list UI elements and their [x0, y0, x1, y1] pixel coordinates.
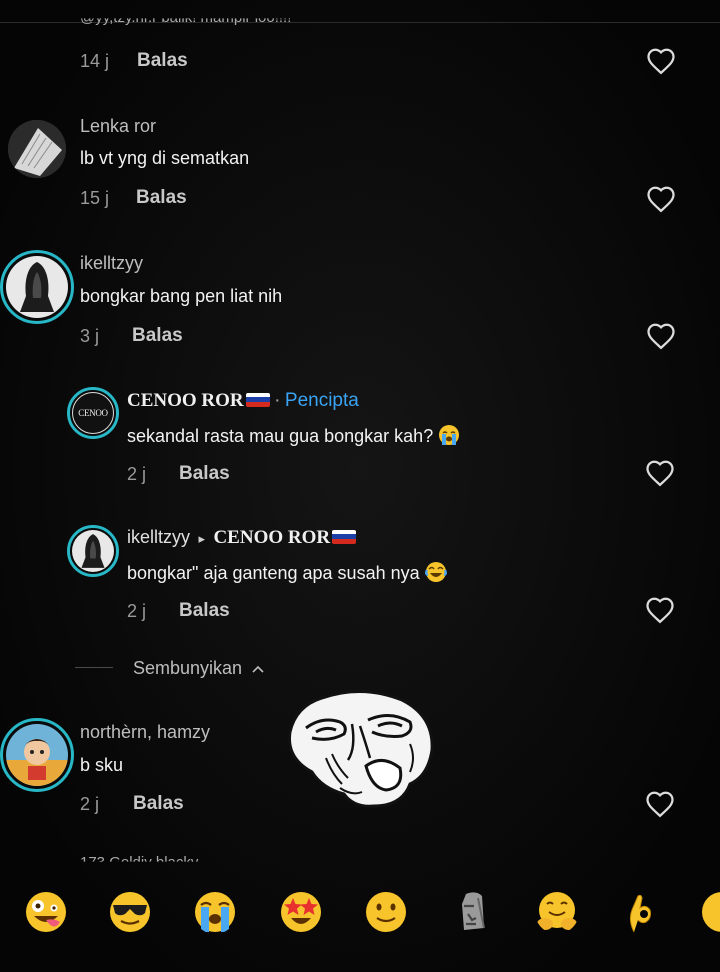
avatar-with-story-ring[interactable] — [0, 250, 74, 324]
like-heart-icon[interactable] — [646, 185, 676, 213]
troll-face-sticker — [287, 690, 434, 808]
comment-text-content: bongkar" aja ganteng apa susah nya — [127, 563, 420, 583]
star-struck-emoji-icon[interactable] — [279, 890, 323, 934]
comment-time: 14 j — [80, 51, 110, 71]
like-heart-icon[interactable] — [645, 459, 675, 487]
avatar-with-story-ring[interactable] — [67, 525, 119, 577]
loudly-crying-face-emoji-icon — [439, 425, 460, 445]
like-heart-icon[interactable] — [646, 47, 676, 75]
like-heart-icon[interactable] — [645, 790, 675, 818]
reply-button[interactable]: Balas — [136, 187, 187, 209]
comment-time: 2 j — [127, 464, 147, 484]
like-heart-icon[interactable] — [645, 596, 675, 624]
comment-text: bongkar bang pen liat nih — [80, 286, 283, 306]
comment-time: 2 j — [127, 601, 147, 621]
comment-author[interactable]: CENOO ROR — [127, 390, 244, 411]
like-heart-icon[interactable] — [646, 322, 676, 350]
background — [0, 0, 720, 972]
face-with-tears-of-joy-emoji-icon — [424, 562, 447, 582]
comment-text-content: sekandal rasta mau gua bongkar kah? — [127, 426, 434, 446]
reply-to-author[interactable]: CENOO ROR — [213, 527, 330, 548]
comment-author-row: CENOO ROR · Pencipta — [127, 390, 359, 412]
slightly-smiling-face-emoji-icon[interactable] — [364, 890, 408, 934]
comment-author[interactable]: ikelltzyy — [80, 253, 143, 274]
sunglasses-face-emoji-icon[interactable] — [108, 890, 152, 934]
comment-author[interactable]: ikelltzyy — [127, 527, 190, 547]
reply-button[interactable]: Balas — [133, 793, 184, 815]
separator-dot: · — [274, 390, 281, 411]
hide-replies-label: Sembunyikan — [133, 658, 243, 678]
ok-hand-emoji-icon[interactable] — [620, 890, 664, 934]
avatar-image — [6, 724, 68, 786]
zany-face-emoji-icon[interactable] — [24, 890, 68, 934]
comment-author-row: ikelltzyy ▸ CENOO ROR — [127, 527, 357, 549]
comment-time: 15 j — [80, 188, 110, 208]
avatar[interactable] — [8, 120, 66, 178]
reply-button[interactable]: Balas — [137, 50, 188, 72]
comment-author[interactable]: Lenka ror — [80, 116, 156, 137]
avatar-with-story-ring[interactable] — [0, 718, 74, 792]
avatar-image — [8, 120, 66, 178]
reply-button[interactable]: Balas — [179, 463, 230, 485]
chevron-up-icon — [252, 665, 264, 673]
hide-replies-button[interactable]: Sembunyikan — [133, 658, 265, 679]
russia-flag-icon — [245, 392, 270, 407]
creator-badge: Pencipta — [284, 390, 359, 411]
reply-arrow-icon: ▸ — [198, 531, 205, 546]
comment-text: sekandal rasta mau gua bongkar kah? — [127, 424, 460, 447]
loudly-crying-face-emoji-icon[interactable] — [193, 890, 237, 934]
comment-time: 3 j — [80, 326, 100, 346]
hugging-face-emoji-icon[interactable] — [535, 890, 579, 934]
avatar-image — [6, 256, 68, 318]
reply-button[interactable]: Balas — [179, 600, 230, 622]
moai-emoji-icon[interactable] — [452, 890, 496, 934]
comment-text: bongkar" aja ganteng apa susah nya — [127, 561, 447, 584]
comment-author[interactable]: northèrn, hamzy — [80, 722, 210, 743]
russia-flag-icon — [332, 529, 357, 544]
comment-text: b sku — [80, 755, 124, 775]
hide-replies-divider — [75, 667, 113, 668]
avatar-logo-text: CENOO — [72, 392, 114, 434]
avatar-image — [72, 530, 114, 572]
reply-button[interactable]: Balas — [132, 325, 183, 347]
comment-time: 2 j — [80, 794, 100, 814]
creator-avatar[interactable]: CENOO — [67, 387, 119, 439]
comment-text: lb vt yng di sematkan — [80, 148, 250, 168]
